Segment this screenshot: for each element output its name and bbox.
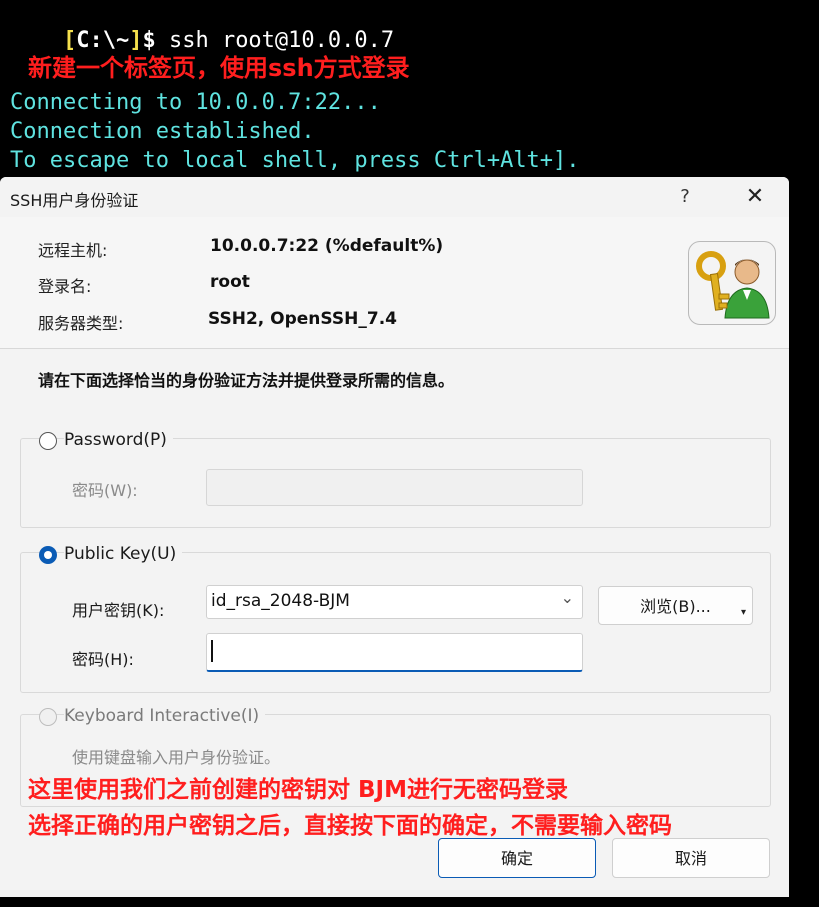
annotation-bottom-line1: 这里使用我们之前创建的密钥对 BJM进行无密码登录: [28, 777, 568, 803]
remote-host-label: 远程主机:: [38, 241, 108, 260]
server-type-value: SSH2, OpenSSH_7.4: [208, 309, 397, 329]
server-type-label: 服务器类型:: [38, 314, 124, 333]
terminal-output-line: To escape to local shell, press Ctrl+Alt…: [10, 148, 580, 173]
user-key-select[interactable]: id_rsa_2048-BJM ⌄: [206, 585, 583, 619]
dialog-title: SSH用户身份验证: [10, 191, 139, 210]
password-field-label: 密码(W):: [72, 481, 138, 500]
dropdown-arrow-icon[interactable]: ▾: [741, 593, 746, 632]
user-key-label: 用户密钥(K):: [72, 601, 165, 620]
keyboard-interactive-radio[interactable]: [39, 708, 57, 726]
dialog-titlebar[interactable]: SSH用户身份验证 ? ✕: [0, 177, 789, 217]
password-radio-label[interactable]: Password(P): [64, 430, 173, 450]
instruction-text: 请在下面选择恰当的身份验证方法并提供登录所需的信息。: [38, 371, 455, 390]
terminal[interactable]: [C:\~]$ ssh root@10.0.0.7 Connecting to …: [0, 0, 819, 185]
remote-host-value: 10.0.0.7:22 (%default%): [210, 236, 444, 256]
chevron-down-icon[interactable]: ⌄: [561, 588, 574, 607]
keyboard-interactive-label[interactable]: Keyboard Interactive(I): [64, 706, 266, 726]
login-name-label: 登录名:: [38, 277, 92, 296]
keyboard-interactive-description: 使用键盘输入用户身份验证。: [72, 748, 281, 767]
close-button[interactable]: ✕: [738, 183, 772, 211]
login-name-value: root: [210, 272, 250, 292]
passphrase-input[interactable]: [206, 633, 583, 672]
browse-button[interactable]: 浏览(B)... ▾: [598, 586, 753, 625]
ok-button[interactable]: 确定: [438, 838, 596, 878]
password-input[interactable]: [206, 469, 583, 506]
passphrase-label: 密码(H):: [72, 650, 134, 669]
terminal-output-line: Connection established.: [10, 119, 315, 144]
public-key-radio[interactable]: [39, 546, 57, 564]
annotation-bottom-line2: 选择正确的用户密钥之后，直接按下面的确定，不需要输入密码: [28, 813, 672, 839]
user-key-icon: [688, 241, 776, 325]
password-radio[interactable]: [39, 432, 57, 450]
browse-button-label: 浏览(B)...: [640, 597, 711, 616]
terminal-output-line: Connecting to 10.0.0.7:22...: [10, 90, 381, 115]
help-button[interactable]: ?: [670, 183, 700, 211]
user-key-value: id_rsa_2048-BJM: [211, 591, 350, 611]
public-key-radio-label[interactable]: Public Key(U): [64, 544, 183, 564]
cancel-button[interactable]: 取消: [612, 838, 770, 878]
text-cursor: [211, 640, 213, 662]
connection-info-panel: 远程主机: 10.0.0.7:22 (%default%) 登录名: root …: [0, 217, 789, 349]
annotation-top: 新建一个标签页，使用ssh方式登录: [28, 54, 410, 82]
